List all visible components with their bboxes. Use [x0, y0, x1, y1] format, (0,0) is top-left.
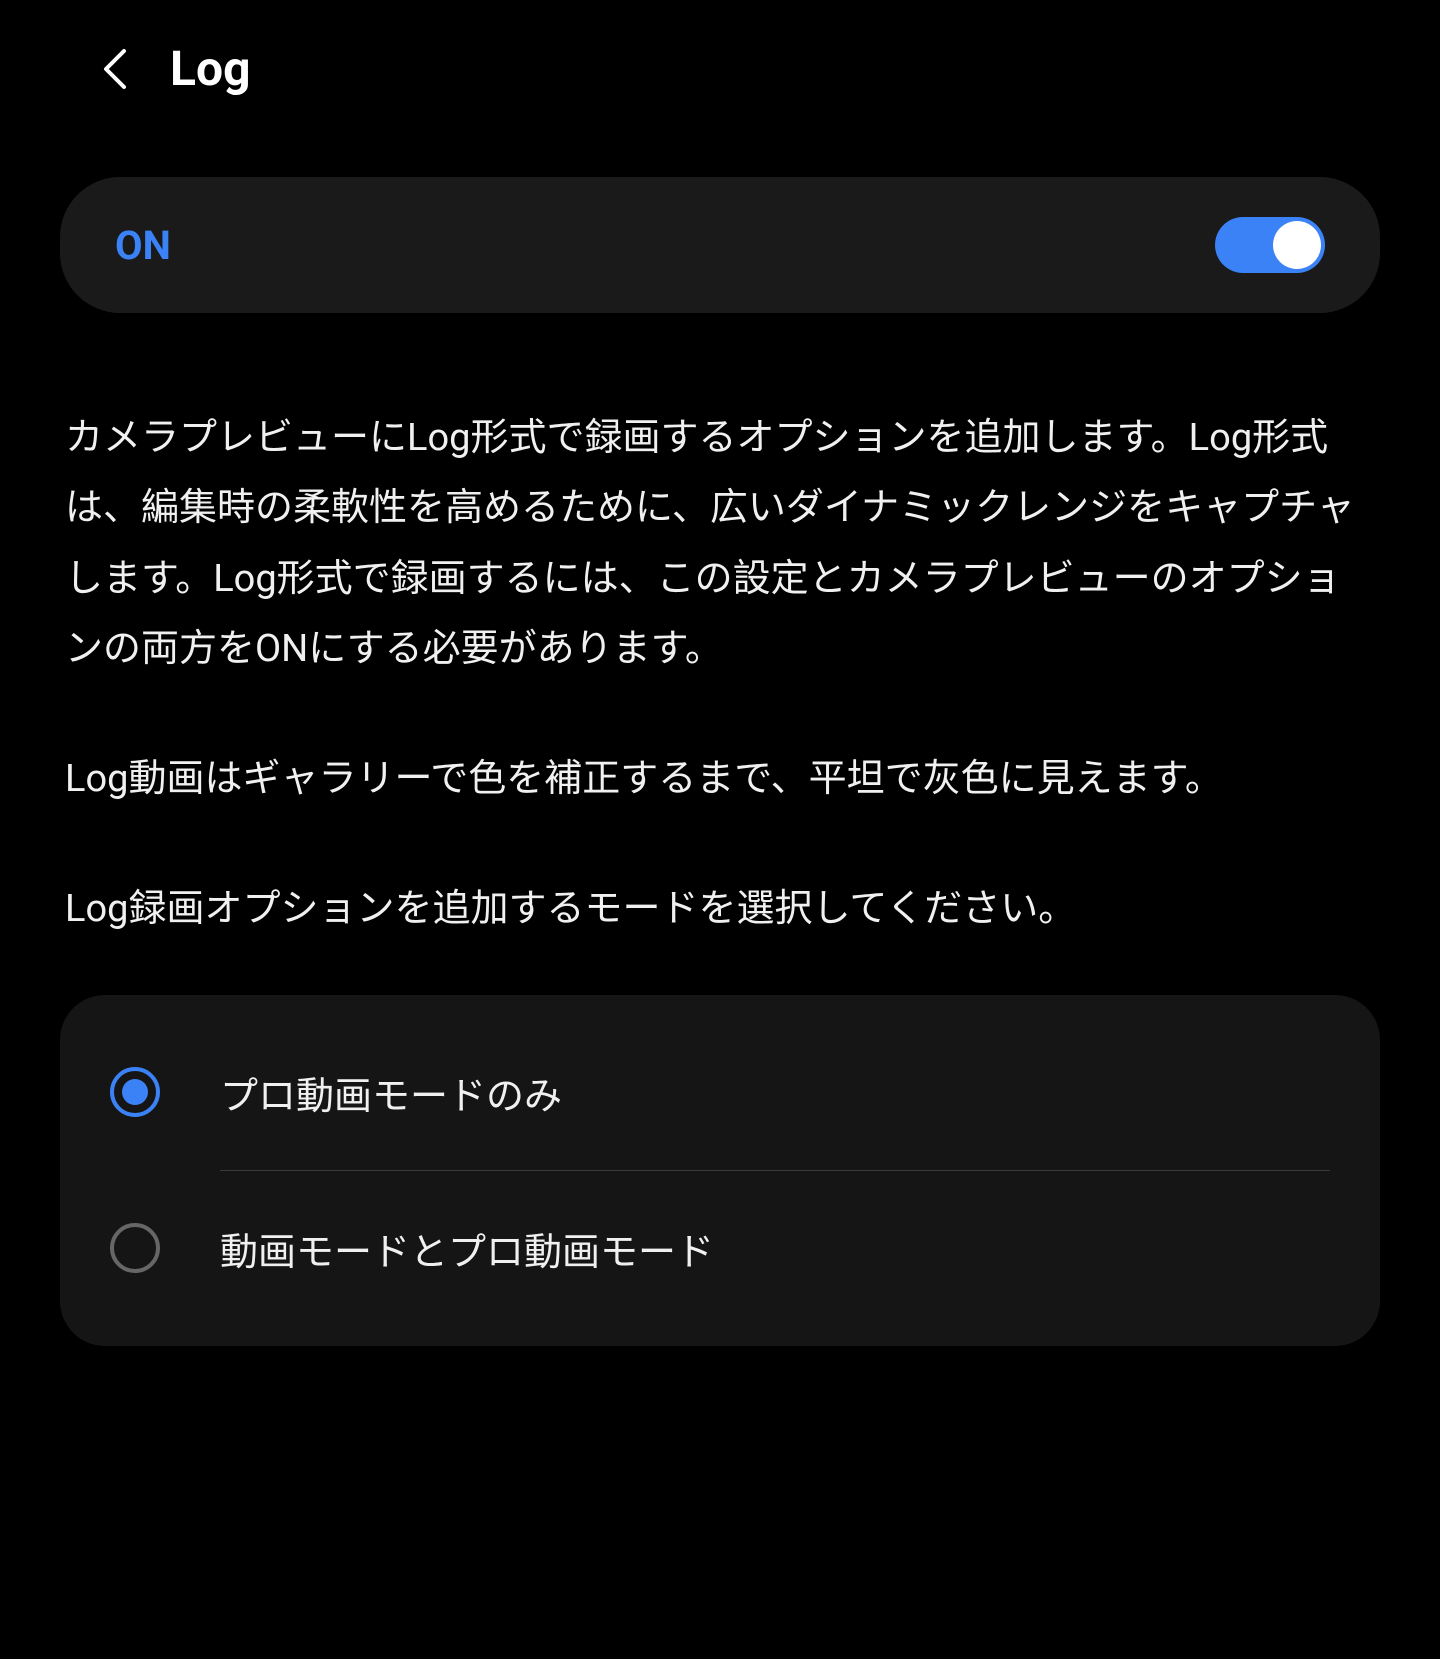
- radio-selected-icon: [110, 1067, 160, 1117]
- description-section: カメラプレビューにLog形式で録画するオプションを追加します。Log形式は、編集…: [60, 403, 1380, 945]
- back-icon[interactable]: [100, 45, 130, 93]
- header: Log: [60, 40, 1380, 97]
- option-label: 動画モードとプロ動画モード: [220, 1221, 714, 1276]
- page-title: Log: [170, 40, 250, 97]
- option-label: プロ動画モードのみ: [220, 1065, 562, 1120]
- toggle-thumb: [1273, 221, 1321, 269]
- description-para-3: Log録画オプションを追加するモードを選択してください。: [65, 874, 1375, 944]
- radio-unselected-icon: [110, 1223, 160, 1273]
- toggle-card[interactable]: ON: [60, 177, 1380, 313]
- toggle-label: ON: [115, 222, 171, 269]
- toggle-switch[interactable]: [1215, 217, 1325, 273]
- description-para-1: カメラプレビューにLog形式で録画するオプションを追加します。Log形式は、編集…: [65, 403, 1375, 684]
- description-para-2: Log動画はギャラリーで色を補正するまで、平坦で灰色に見えます。: [65, 744, 1375, 814]
- options-card: プロ動画モードのみ 動画モードとプロ動画モード: [60, 995, 1380, 1346]
- option-video-and-pro-video[interactable]: 動画モードとプロ動画モード: [60, 1171, 1380, 1326]
- option-pro-video-only[interactable]: プロ動画モードのみ: [60, 1015, 1380, 1170]
